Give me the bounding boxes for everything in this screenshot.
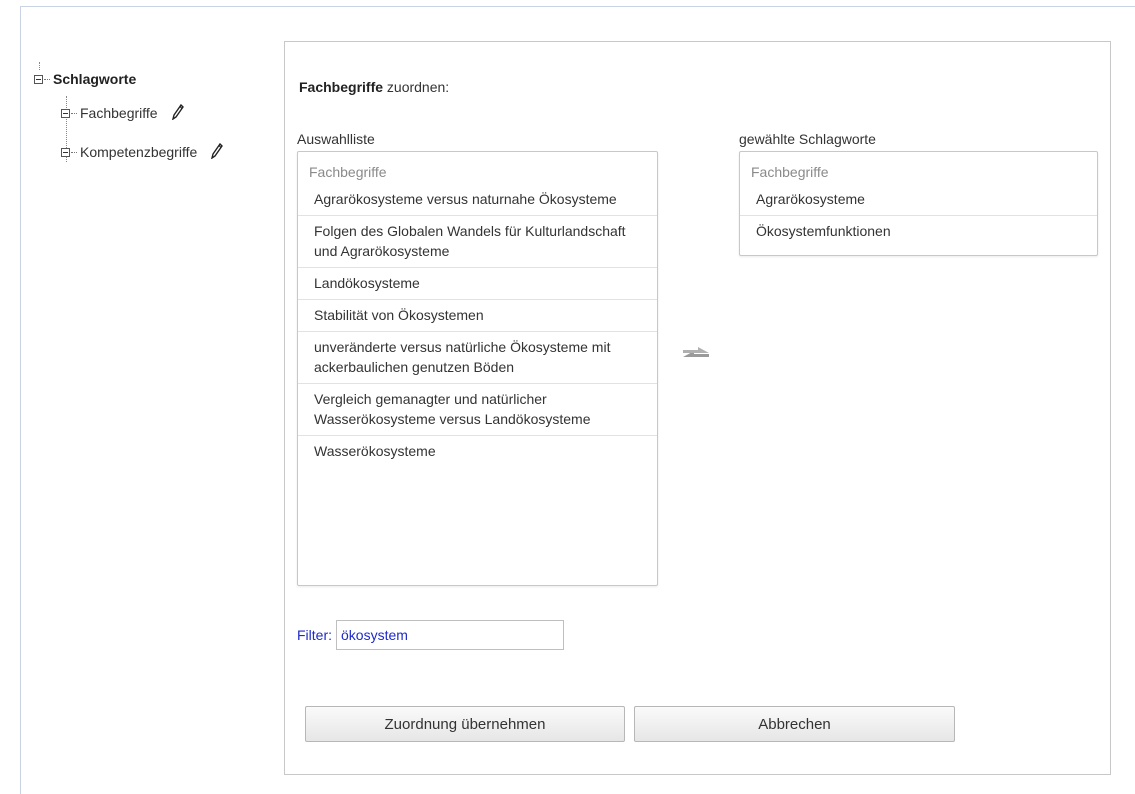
- selection-list[interactable]: Fachbegriffe Agrarökosysteme versus natu…: [297, 151, 658, 586]
- list-item[interactable]: Vergleich gemanagter und natürlicher Was…: [298, 384, 657, 436]
- list-group-label: Fachbegriffe: [751, 164, 829, 180]
- list-item[interactable]: Ökosystemfunktionen: [740, 216, 1097, 247]
- heading-bold: Fachbegriffe: [299, 79, 384, 95]
- list-item[interactable]: Agrarökosysteme versus naturnahe Ökosyst…: [298, 184, 657, 216]
- list-item[interactable]: unveränderte versus natürliche Ökosystem…: [298, 332, 657, 384]
- tree-node-fachbegriffe[interactable]: Fachbegriffe: [61, 103, 184, 123]
- assignment-panel: Fachbegriffe zuordnen: Auswahlliste gewä…: [284, 41, 1111, 775]
- tree-node-schlagworte[interactable]: Schlagworte: [34, 70, 136, 88]
- collapse-icon[interactable]: [61, 108, 70, 118]
- pencil-icon[interactable]: [211, 142, 224, 162]
- list-item[interactable]: Agrarökosysteme: [740, 184, 1097, 216]
- cancel-button[interactable]: Abbrechen: [634, 706, 955, 742]
- frame-top-border: [20, 6, 1135, 7]
- list-item[interactable]: Wasserökosysteme: [298, 436, 657, 467]
- tree-connector: [39, 62, 40, 70]
- pencil-icon[interactable]: [171, 103, 184, 123]
- apply-assignment-button[interactable]: Zuordnung übernehmen: [305, 706, 625, 742]
- heading-rest: zuordnen:: [383, 79, 450, 95]
- selection-list-title: Auswahlliste: [297, 131, 375, 147]
- list-item[interactable]: Stabilität von Ökosystemen: [298, 300, 657, 332]
- selected-keywords-title: gewählte Schlagworte: [739, 131, 876, 147]
- list-group-label: Fachbegriffe: [309, 164, 387, 180]
- list-item[interactable]: Folgen des Globalen Wandels für Kulturla…: [298, 216, 657, 268]
- list-item[interactable]: Landökosysteme: [298, 268, 657, 300]
- collapse-icon[interactable]: [61, 147, 70, 157]
- panel-heading: Fachbegriffe zuordnen:: [299, 79, 449, 95]
- frame-left-border: [20, 6, 21, 794]
- tree-node-kompetenzbegriffe[interactable]: Kompetenzbegriffe: [61, 142, 224, 162]
- collapse-icon[interactable]: [34, 74, 43, 84]
- selected-keywords-list[interactable]: Fachbegriffe Agrarökosysteme Ökosystemfu…: [739, 151, 1098, 256]
- swap-arrows-icon[interactable]: [679, 342, 713, 369]
- tree-child-label[interactable]: Kompetenzbegriffe: [80, 144, 197, 160]
- tree-child-label[interactable]: Fachbegriffe: [80, 105, 158, 121]
- filter-label: Filter:: [297, 627, 332, 643]
- filter-row: Filter:: [297, 620, 564, 650]
- filter-input[interactable]: [336, 620, 564, 650]
- tree-root-label[interactable]: Schlagworte: [53, 71, 136, 87]
